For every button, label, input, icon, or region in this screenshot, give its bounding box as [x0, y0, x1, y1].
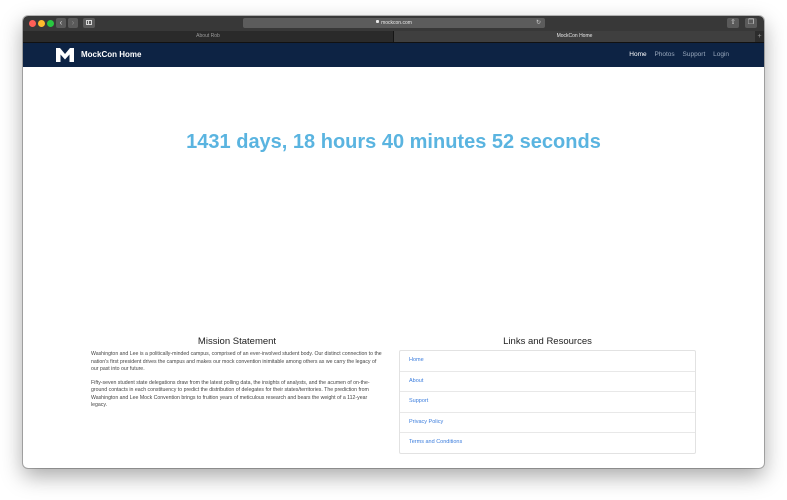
tab-strip: About Rob MockCon Home + — [23, 31, 764, 43]
link-about[interactable]: About — [400, 370, 695, 392]
address-url: mockcon.com — [381, 20, 412, 26]
links-section: Links and Resources Home About Support P… — [399, 336, 696, 454]
link-privacy-policy[interactable]: Privacy Policy — [400, 411, 695, 433]
back-button[interactable]: ‹ — [56, 18, 66, 28]
forward-button[interactable]: › — [68, 18, 78, 28]
lock-icon — [376, 20, 380, 24]
site-navbar: MockCon Home Home Photos Support Login — [23, 43, 764, 67]
tab-about-rob[interactable]: About Rob — [23, 31, 394, 42]
mission-paragraph: Fifty-seven student state delegations dr… — [91, 379, 370, 409]
link-home[interactable]: Home — [400, 351, 695, 371]
link-support[interactable]: Support — [400, 391, 695, 412]
site-brand[interactable]: MockCon Home — [81, 49, 141, 61]
countdown-timer: 1431 days, 18 hours 40 minutes 52 second… — [186, 131, 601, 153]
links-list: Home About Support Privacy Policy Terms … — [399, 350, 696, 454]
site-nav-links: Home Photos Support Login — [623, 49, 729, 61]
nav-home[interactable]: Home — [629, 51, 646, 58]
reload-icon[interactable]: ↻ — [536, 18, 541, 28]
zoom-window-button[interactable] — [47, 20, 54, 27]
browser-titlebar: ‹ › mockcon.com ↻ ⇧ ❐ — [23, 16, 764, 32]
links-heading: Links and Resources — [503, 336, 592, 347]
tab-mockcon-home[interactable]: MockCon Home — [394, 31, 755, 42]
sidebar-icon — [86, 20, 92, 25]
mission-paragraph: Washington and Lee is a politically-mind… — [91, 351, 382, 372]
plus-icon: + — [757, 33, 762, 40]
mission-section: Mission Statement Washington and Lee is … — [91, 336, 383, 416]
nav-support[interactable]: Support — [683, 51, 706, 58]
new-tab-button[interactable]: + — [755, 31, 764, 42]
close-window-button[interactable] — [29, 20, 36, 27]
mission-heading: Mission Statement — [197, 336, 277, 347]
sidebar-toggle-button[interactable] — [83, 18, 95, 28]
address-bar[interactable]: mockcon.com ↻ — [243, 18, 545, 28]
share-button[interactable]: ⇧ — [727, 18, 739, 28]
link-terms-and-conditions[interactable]: Terms and Conditions — [400, 432, 695, 453]
show-tabs-button[interactable]: ❐ — [745, 18, 757, 28]
nav-login[interactable]: Login — [713, 51, 729, 58]
tabs-overview-icon: ❐ — [747, 19, 755, 26]
mockcon-logo-icon[interactable] — [56, 48, 74, 62]
nav-photos[interactable]: Photos — [654, 51, 674, 58]
browser-window: ‹ › mockcon.com ↻ ⇧ ❐ About Rob MockCon … — [23, 16, 764, 468]
chevron-left-icon: ‹ — [59, 18, 63, 27]
minimize-window-button[interactable] — [38, 20, 45, 27]
share-icon: ⇧ — [730, 19, 736, 26]
chevron-right-icon: › — [71, 18, 75, 27]
